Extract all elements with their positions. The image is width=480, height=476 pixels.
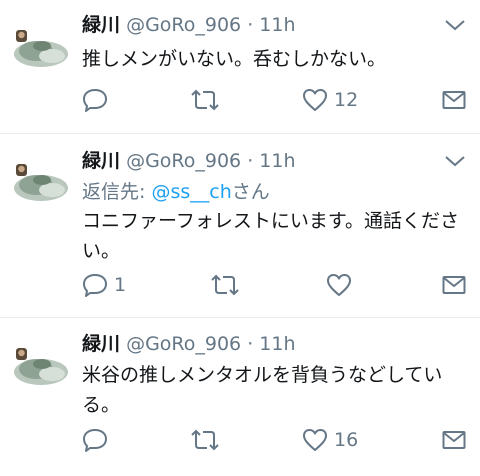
reply-button[interactable]: 1 bbox=[82, 271, 126, 299]
envelope-icon bbox=[442, 276, 466, 294]
retweet-icon bbox=[211, 274, 239, 296]
reply-suffix: さん bbox=[231, 181, 270, 203]
separator-dot: · bbox=[247, 14, 254, 36]
tweet-header: 緑川 @GoRo_906 · 11h bbox=[82, 13, 296, 37]
reply-prefix: 返信先: bbox=[82, 181, 146, 203]
reply-count: 1 bbox=[114, 274, 127, 296]
display-name[interactable]: 緑川 bbox=[82, 14, 120, 36]
tweet[interactable]: 緑川 @GoRo_906 · 11h 推しメンがいない。呑むしかない。 12 bbox=[0, 0, 480, 126]
tweet[interactable]: 緑川 @GoRo_906 · 11h 米谷の推しメンタオルを背負うなどしている。 bbox=[0, 318, 480, 476]
chevron-down-icon[interactable] bbox=[444, 154, 466, 168]
tweet-actions: 1 bbox=[0, 271, 480, 299]
chevron-down-icon[interactable] bbox=[444, 18, 466, 32]
tweet-header: 緑川 @GoRo_906 · 11h bbox=[82, 332, 296, 356]
avatar[interactable] bbox=[12, 24, 70, 70]
display-name[interactable]: 緑川 bbox=[82, 333, 120, 355]
share-button[interactable] bbox=[442, 86, 466, 114]
envelope-icon bbox=[442, 91, 466, 109]
reply-icon bbox=[83, 429, 107, 452]
timestamp[interactable]: 11h bbox=[259, 150, 295, 172]
like-button[interactable]: 12 bbox=[302, 86, 358, 114]
username[interactable]: @GoRo_906 bbox=[126, 150, 241, 172]
separator-dot: · bbox=[247, 150, 254, 172]
tweet-text: 米谷の推しメンタオルを背負うなどしている。 bbox=[82, 364, 443, 416]
mention-link[interactable]: @ss__ch bbox=[151, 181, 231, 203]
like-button[interactable] bbox=[326, 271, 352, 299]
like-button[interactable]: 16 bbox=[302, 426, 358, 454]
retweet-button[interactable] bbox=[210, 271, 240, 299]
reply-context: 返信先: @ss__chさん bbox=[82, 180, 270, 204]
tweet[interactable]: 緑川 @GoRo_906 · 11h 返信先: @ss__chさん コニファーフ… bbox=[0, 134, 480, 314]
separator-dot: · bbox=[247, 333, 254, 355]
username[interactable]: @GoRo_906 bbox=[126, 14, 241, 36]
reply-button[interactable] bbox=[82, 86, 108, 114]
retweet-button[interactable] bbox=[190, 86, 220, 114]
envelope-icon bbox=[442, 431, 466, 449]
retweet-icon bbox=[191, 89, 219, 111]
heart-icon bbox=[327, 274, 351, 296]
reply-icon bbox=[83, 274, 107, 297]
display-name[interactable]: 緑川 bbox=[82, 150, 120, 172]
tweet-text: コニファーフォレストにいます。通話ください。 bbox=[82, 210, 459, 262]
share-button[interactable] bbox=[442, 426, 466, 454]
tweet-text: 推しメンがいない。呑むしかない。 bbox=[82, 48, 387, 70]
heart-icon bbox=[303, 429, 327, 451]
share-button[interactable] bbox=[442, 271, 466, 299]
avatar[interactable] bbox=[12, 158, 70, 204]
tweet-actions: 12 bbox=[0, 86, 480, 114]
timestamp[interactable]: 11h bbox=[259, 333, 295, 355]
reply-icon bbox=[83, 89, 107, 112]
username[interactable]: @GoRo_906 bbox=[126, 333, 241, 355]
tweet-actions: 16 bbox=[0, 426, 480, 454]
reply-button[interactable] bbox=[82, 426, 108, 454]
avatar[interactable] bbox=[12, 342, 70, 388]
heart-icon bbox=[303, 89, 327, 111]
like-count: 16 bbox=[334, 429, 359, 451]
timestamp[interactable]: 11h bbox=[259, 14, 295, 36]
retweet-button[interactable] bbox=[190, 426, 220, 454]
timeline: 緑川 @GoRo_906 · 11h 推しメンがいない。呑むしかない。 12 緑… bbox=[0, 0, 480, 476]
like-count: 12 bbox=[334, 89, 359, 111]
retweet-icon bbox=[191, 429, 219, 451]
tweet-header: 緑川 @GoRo_906 · 11h bbox=[82, 149, 296, 173]
